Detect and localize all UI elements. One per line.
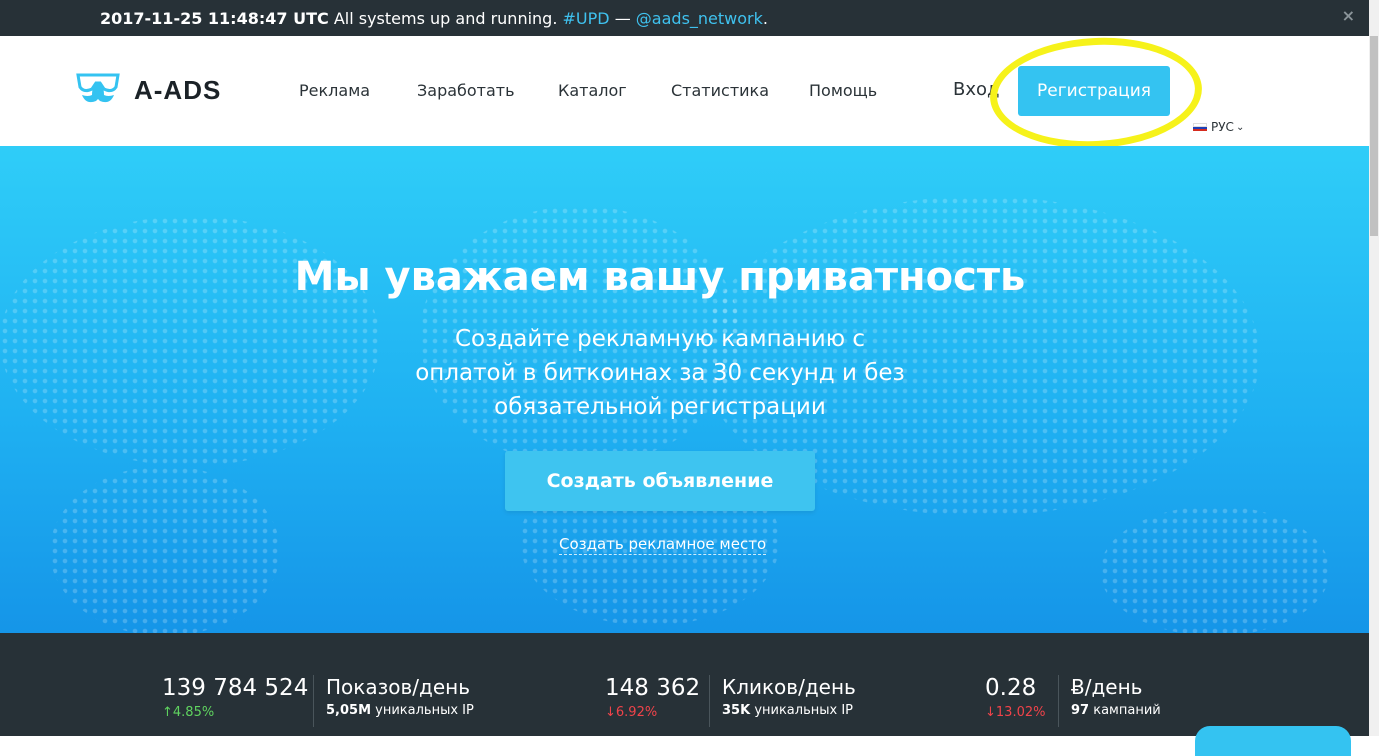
arrow-up-icon: ↑ xyxy=(162,705,173,720)
hero-subtitle: Создайте рекламную кампанию с оплатой в … xyxy=(415,326,905,420)
chat-widget-button[interactable] xyxy=(1195,726,1351,756)
stat-sub: 35K уникальных IP xyxy=(722,703,856,718)
status-dash: — xyxy=(614,8,631,28)
stat-sub-text: уникальных IP xyxy=(375,703,474,718)
stat-change: ↓6.92% xyxy=(605,705,700,720)
stat-btc: 0.28 ↓13.02% xyxy=(985,675,1045,720)
nav-item-advertising[interactable]: Реклама xyxy=(299,81,370,100)
stat-btc-label: Ƀ/день 97 кампаний xyxy=(1058,675,1161,727)
hero-section: Мы уважаем вашу приватность Создайте рек… xyxy=(0,146,1369,633)
stat-clicks: 148 362 ↓6.92% xyxy=(605,675,700,720)
stat-sub: 5,05M уникальных IP xyxy=(326,703,474,718)
russia-flag-icon xyxy=(1193,122,1207,132)
stat-clicks-label: Кликов/день 35K уникальных IP xyxy=(709,675,856,727)
stat-value: 139 784 524 xyxy=(162,675,309,701)
stat-impressions: 139 784 524 ↑4.85% xyxy=(162,675,308,720)
stat-label: Кликов/день xyxy=(722,675,856,699)
status-tag-link[interactable]: #UPD xyxy=(563,9,610,28)
status-handle-link[interactable]: @aads_network xyxy=(636,9,763,28)
create-ad-button[interactable]: Создать объявление xyxy=(505,451,815,511)
hero-title: Мы уважаем вашу приватность xyxy=(294,254,1026,300)
nav-item-statistics[interactable]: Статистика xyxy=(671,81,769,100)
stats-bar: 139 784 524 ↑4.85% Показов/день 5,05M ун… xyxy=(0,633,1369,736)
stat-change-value: 6.92% xyxy=(615,705,658,720)
create-ad-place-link[interactable]: Создать рекламное место xyxy=(559,535,767,555)
nav-item-help[interactable]: Помощь xyxy=(809,81,877,100)
stat-sub-bold: 35K xyxy=(722,703,751,718)
nav-item-earn[interactable]: Заработать xyxy=(417,81,515,100)
stat-impressions-label: Показов/день 5,05M уникальных IP xyxy=(313,675,474,727)
arrow-down-icon: ↓ xyxy=(985,705,996,720)
status-message: All systems up and running. xyxy=(333,8,558,28)
stat-sub-bold: 5,05M xyxy=(326,703,372,718)
mask-logo-icon xyxy=(76,73,120,103)
nav-item-catalog[interactable]: Каталог xyxy=(558,81,627,100)
stat-value: 148 362 xyxy=(605,675,701,701)
language-selector[interactable]: РУС ⌄ xyxy=(1193,120,1244,134)
chevron-down-icon: ⌄ xyxy=(1235,121,1245,133)
stat-sub-text: уникальных IP xyxy=(754,703,854,718)
stat-sub-bold: 97 xyxy=(1071,703,1090,718)
stat-sub: 97 кампаний xyxy=(1071,703,1161,718)
status-bar: 2017-11-25 11:48:47 UTC All systems up a… xyxy=(0,0,1369,36)
scrollbar-thumb[interactable] xyxy=(1370,36,1378,236)
stat-change: ↓13.02% xyxy=(985,705,1045,720)
world-map-dots xyxy=(1100,506,1330,633)
logo[interactable]: A-ADS xyxy=(74,71,221,109)
scrollbar[interactable] xyxy=(1369,0,1379,736)
logo-text: A-ADS xyxy=(134,74,222,105)
world-map-dots xyxy=(50,466,280,633)
stat-change-value: 4.85% xyxy=(172,705,215,720)
stat-change-value: 13.02% xyxy=(995,705,1046,720)
stat-label: Показов/день xyxy=(326,675,471,699)
close-icon[interactable]: × xyxy=(1342,6,1355,25)
arrow-down-icon: ↓ xyxy=(605,705,616,720)
language-label: РУС xyxy=(1211,120,1234,134)
status-timestamp: 2017-11-25 11:48:47 UTC xyxy=(100,8,329,28)
status-period: . xyxy=(762,8,768,28)
stat-change: ↑4.85% xyxy=(162,705,308,720)
stat-value: 0.28 xyxy=(985,675,1037,701)
stat-label: Ƀ/день xyxy=(1071,675,1143,699)
stat-sub-text: кампаний xyxy=(1093,703,1161,718)
